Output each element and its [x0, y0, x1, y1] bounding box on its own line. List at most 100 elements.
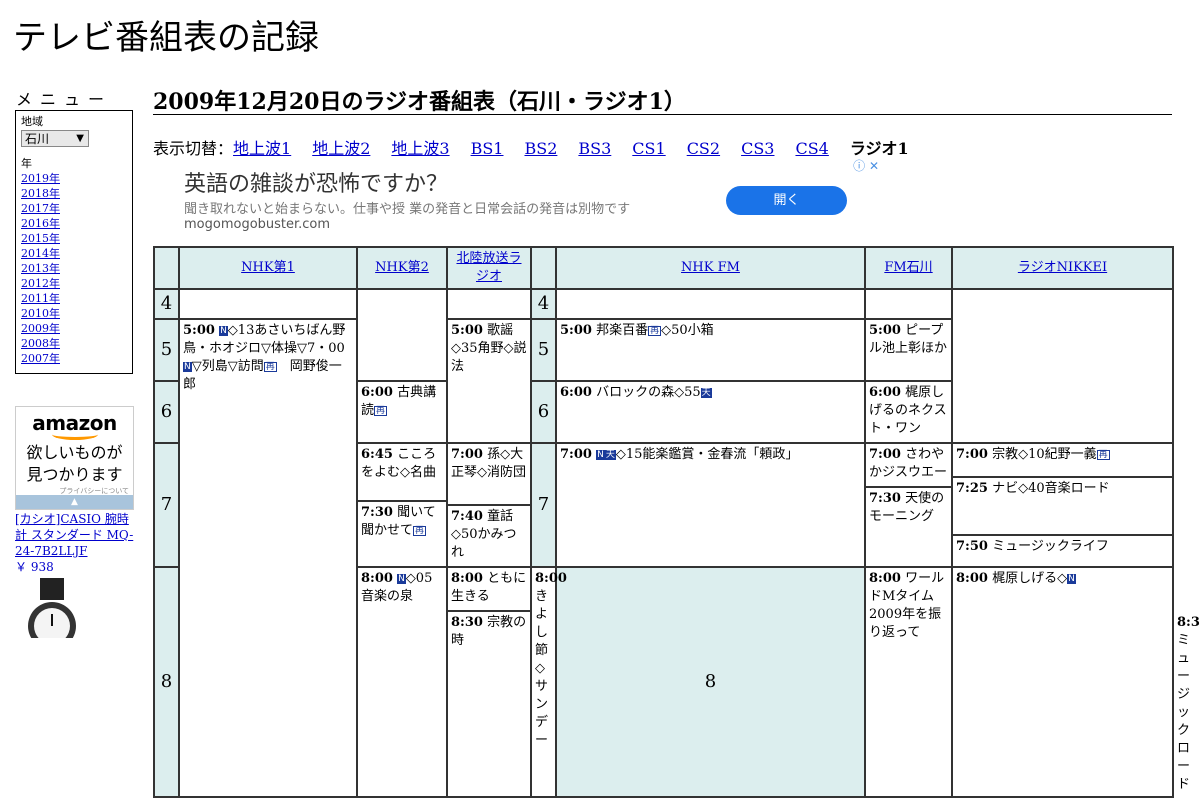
- chevron-down-icon: ▼: [76, 133, 84, 144]
- region-label: 地域: [21, 115, 43, 128]
- year-link[interactable]: 2012年: [21, 276, 127, 291]
- program-cell[interactable]: 8:00 きよし節◇サンデー: [530, 566, 567, 798]
- amazon-ad-banner[interactable]: amazon 欲しいものが 見つかります プライバシーについて ▲: [15, 406, 134, 510]
- program-cell[interactable]: 6:45 こころをよむ◇名曲: [358, 444, 446, 502]
- program-cell[interactable]: 7:00 さわやかジスウエー: [866, 444, 951, 488]
- hour-column-header: [530, 246, 557, 290]
- program-cell[interactable]: 5:00 歌謡◇35角野◇説法: [446, 318, 532, 444]
- news-mark-icon: N: [1067, 574, 1076, 584]
- program-cell-empty: [951, 288, 1174, 444]
- program-cell[interactable]: 8:00 N◇05音楽の泉: [356, 566, 448, 798]
- year-link[interactable]: 2008年: [21, 336, 127, 351]
- program-cell[interactable]: 7:00 孫◇大正琴◇消防団: [448, 444, 530, 506]
- program-time: 8:30: [1177, 615, 1200, 630]
- program-cell[interactable]: 5:00 ピープル池上彰ほか: [864, 318, 953, 382]
- channel-header: NHK第2: [356, 246, 448, 290]
- program-time: 5:00: [183, 323, 215, 338]
- year-link[interactable]: 2014年: [21, 246, 127, 261]
- year-link[interactable]: 2011年: [21, 291, 127, 306]
- channel-link-nhk1[interactable]: NHK第1: [241, 260, 295, 275]
- program-cell-empty: [356, 288, 448, 382]
- rebroadcast-mark-icon: 再: [374, 406, 388, 416]
- program-cell[interactable]: 8:00 梶原しげる◇N: [951, 566, 1174, 798]
- hour-cell: 6: [153, 380, 180, 444]
- amazon-ad-scroll-bar[interactable]: ▲: [16, 495, 133, 509]
- program-cell-empty: [178, 288, 358, 320]
- program-time: 7:00: [869, 447, 901, 462]
- program-time: 5:00: [451, 323, 483, 338]
- ad-info-close-icon[interactable]: ⓘ ✕: [853, 157, 879, 174]
- year-link[interactable]: 2007年: [21, 351, 127, 366]
- channel-link-radionikkei[interactable]: ラジオNIKKEI: [1018, 260, 1107, 275]
- program-time: 6:45: [361, 447, 393, 462]
- program-cell-empty: [864, 288, 953, 320]
- program-title: きよし節◇サンデー: [535, 589, 549, 748]
- program-time: 8:00: [869, 571, 901, 586]
- rebroadcast-mark-icon: 再: [648, 326, 662, 336]
- program-cell[interactable]: 7:00 N 天◇15能楽鑑賞・金春流「頼政」: [555, 442, 866, 568]
- year-link[interactable]: 2013年: [21, 261, 127, 276]
- program-time: 5:00: [560, 323, 592, 338]
- program-cell-empty: [446, 288, 532, 320]
- channel-header: FM石川: [864, 246, 953, 290]
- program-cell[interactable]: 7:25 ナビ◇40音楽ロード: [953, 478, 1172, 536]
- program-time: 6:00: [361, 385, 393, 400]
- program-cell-group: 7:00 宗教◇10紀野一義再 7:25 ナビ◇40音楽ロード 7:50 ミュー…: [951, 442, 1174, 568]
- year-link[interactable]: 2015年: [21, 231, 127, 246]
- year-list: 2019年 2018年 2017年 2016年 2015年 2014年 2013…: [21, 171, 127, 366]
- program-cell[interactable]: 8:30 ミュージックロード: [1174, 612, 1200, 796]
- channel-link-fmishikawa[interactable]: FM石川: [884, 260, 932, 275]
- amazon-product: [カシオ]CASIO 腕時計 スタンダード MQ-24-7B2LLJF ￥ 93…: [15, 511, 140, 575]
- program-cell[interactable]: 7:40 童話◇50かみつれ: [448, 506, 530, 564]
- hour-cell: 7: [153, 442, 180, 568]
- program-cell[interactable]: 8:00 ともに生きる: [448, 568, 530, 612]
- program-time: 7:40: [451, 509, 483, 524]
- program-cell[interactable]: 7:00 宗教◇10紀野一義再: [953, 444, 1172, 478]
- year-link[interactable]: 2019年: [21, 171, 127, 186]
- program-cell[interactable]: 5:00 邦楽百番再 ◇50小箱: [555, 318, 866, 382]
- menu-panel: 地域 石川 ▼ 年 2019年 2018年 2017年 2016年 2015年 …: [15, 110, 133, 374]
- hour-cell: 4: [530, 288, 557, 320]
- chevron-up-icon: ▲: [71, 497, 78, 507]
- program-cell[interactable]: 7:30 天使のモーニング: [866, 488, 951, 528]
- region-select-value: 石川: [25, 132, 50, 146]
- channel-header: NHK FM: [555, 246, 866, 290]
- program-title: ミュージックロード: [1177, 633, 1191, 792]
- program-time: 8:00: [956, 571, 988, 586]
- rebroadcast-mark-icon: 再: [263, 362, 277, 372]
- hour-cell: 8: [555, 566, 866, 798]
- program-cell[interactable]: 8:30 宗教の時: [448, 612, 530, 652]
- google-ad-banner[interactable]: 英語の雑談が恐怖ですか？ 聞き取れないと始まらない。仕事や授 業の発音と日常会話…: [153, 156, 881, 246]
- year-link[interactable]: 2016年: [21, 216, 127, 231]
- weather-mark-icon: 天: [604, 450, 616, 460]
- hour-cell: 8: [153, 566, 180, 798]
- program-cell[interactable]: 8:00 ワールドMタイム2009年を振り返って: [864, 566, 953, 798]
- year-link[interactable]: 2010年: [21, 306, 127, 321]
- ad-headline[interactable]: 英語の雑談が恐怖ですか？: [184, 166, 448, 198]
- amazon-product-link[interactable]: [カシオ]CASIO 腕時計 スタンダード MQ-24-7B2LLJF: [15, 512, 133, 558]
- program-time: 8:00: [535, 571, 567, 586]
- program-cell[interactable]: 7:30 聞いて聞かせて再: [358, 502, 446, 542]
- region-select[interactable]: 石川 ▼: [21, 130, 89, 147]
- program-cell[interactable]: 6:00 バロックの森◇55天: [555, 380, 866, 444]
- channel-link-nhk2[interactable]: NHK第2: [375, 260, 429, 275]
- amazon-product-price: ￥ 938: [15, 560, 54, 574]
- program-cell-group: 8:00 ともに生きる 8:30 宗教の時: [446, 566, 532, 798]
- program-cell[interactable]: 6:00 古典講読再: [356, 380, 448, 444]
- channel-header: 北陸放送ラジオ: [446, 246, 532, 290]
- year-link[interactable]: 2009年: [21, 321, 127, 336]
- year-link[interactable]: 2018年: [21, 186, 127, 201]
- program-cell[interactable]: 6:00 梶原しげるのネクスト・ワン: [864, 380, 953, 444]
- year-link[interactable]: 2017年: [21, 201, 127, 216]
- watch-product-image[interactable]: [20, 578, 84, 638]
- channel-link-mro[interactable]: 北陸放送ラジオ: [456, 251, 521, 284]
- program-cell[interactable]: 5:00 N◇13あさいちばん野鳥・ホオジロ▽体操▽7・00 N▽列島▽訪問再 …: [178, 318, 358, 798]
- program-cell-empty: [555, 288, 866, 320]
- channel-link-nhkfm[interactable]: NHK FM: [681, 260, 740, 275]
- ad-open-button[interactable]: 開く: [726, 186, 847, 215]
- program-time: 7:30: [869, 491, 901, 506]
- hour-cell: 4: [153, 288, 180, 320]
- amazon-ad-copy-line1: 欲しいものが: [26, 443, 123, 462]
- ad-url[interactable]: mogomogobuster.com: [184, 217, 330, 232]
- program-cell[interactable]: 7:50 ミュージックライフ: [953, 536, 1172, 558]
